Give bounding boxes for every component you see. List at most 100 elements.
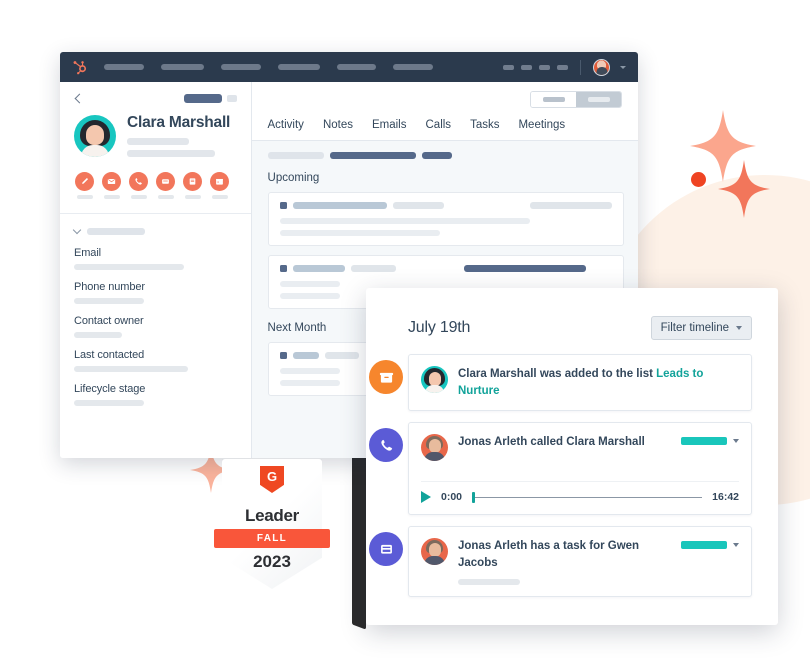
action-task[interactable] — [183, 172, 202, 199]
contact-meta-placeholder — [127, 150, 215, 157]
timeline-status[interactable] — [681, 434, 739, 446]
card-line — [279, 380, 340, 386]
meeting-icon — [210, 172, 229, 191]
card-line — [279, 230, 440, 236]
card-type-icon — [279, 265, 287, 272]
navbar-item[interactable] — [161, 64, 204, 70]
navbar-item[interactable] — [393, 64, 433, 70]
card-right-bar — [463, 265, 586, 272]
action-meeting[interactable] — [210, 172, 229, 199]
card-meta-bar — [392, 202, 445, 209]
timeline-panel: July 19th Filter timeline Clara Marshall… — [366, 288, 778, 625]
shadow-slab-left — [352, 449, 366, 630]
fields-collapse-toggle[interactable] — [72, 225, 237, 236]
navbar-item[interactable] — [221, 64, 261, 70]
audio-progress-track[interactable] — [472, 492, 703, 502]
badge-year: 2023 — [253, 552, 291, 571]
timeline-card[interactable]: Clara Marshall was added to the list Lea… — [408, 354, 752, 412]
timeline-text: Jonas Arleth called Clara Marshall — [458, 436, 645, 449]
list-icon — [369, 360, 403, 394]
search-icon[interactable] — [503, 64, 514, 70]
action-call[interactable] — [129, 172, 148, 199]
navbar-item[interactable] — [104, 64, 144, 70]
contact-header: Clara Marshall — [60, 82, 251, 214]
card-line — [279, 281, 340, 287]
task-icon — [183, 172, 202, 191]
timeline-item: Clara Marshall was added to the list Lea… — [369, 354, 752, 412]
status-badge — [681, 437, 727, 446]
filter-chip[interactable] — [267, 152, 324, 159]
field-label: Lifecycle stage — [74, 383, 146, 395]
screenshot-root: Clara Marshall Email Phone number Contac… — [0, 0, 810, 663]
card-right-bar — [530, 202, 612, 209]
field-value[interactable] — [74, 366, 188, 372]
help-icon[interactable] — [557, 64, 568, 70]
hubspot-sprocket-icon[interactable] — [72, 59, 88, 75]
action-note[interactable] — [75, 172, 94, 199]
contact-name: Clara Marshall — [127, 114, 231, 131]
action-label — [211, 195, 228, 199]
card-type-icon — [279, 352, 287, 359]
navbar-right — [503, 58, 626, 76]
view-toggle-grid[interactable] — [576, 91, 621, 107]
tab-activity[interactable]: Activity — [268, 116, 304, 140]
field-contact-owner: Contact owner — [74, 315, 237, 338]
field-label: Phone number — [74, 281, 145, 293]
chevron-down-icon — [736, 326, 742, 330]
filter-timeline-button[interactable]: Filter timeline — [650, 316, 752, 340]
call-icon — [129, 172, 148, 191]
action-label — [103, 195, 120, 199]
field-value[interactable] — [74, 400, 144, 406]
activity-card[interactable] — [267, 192, 624, 246]
tab-calls[interactable]: Calls — [426, 116, 452, 140]
g2-leader-badge: G Leader FALL 2023 — [214, 459, 330, 589]
jonas-avatar — [421, 538, 448, 566]
timeline-card[interactable]: Jonas Arleth called Clara Marshall 0:00 … — [408, 422, 752, 516]
jonas-avatar — [421, 434, 448, 462]
clara-avatar — [421, 366, 448, 393]
top-navbar — [60, 52, 638, 82]
action-label — [157, 195, 174, 199]
view-toggle-group — [530, 90, 622, 108]
marketplace-icon[interactable] — [521, 64, 532, 70]
card-line — [279, 293, 340, 299]
fields-group-label — [87, 228, 145, 235]
status-badge — [681, 541, 727, 550]
back-chevron-icon[interactable] — [74, 93, 85, 104]
chevron-down-icon — [72, 225, 82, 235]
card-title-bar — [292, 202, 387, 209]
navbar-item[interactable] — [337, 64, 376, 70]
field-value[interactable] — [74, 264, 184, 270]
tab-notes[interactable]: Notes — [323, 116, 353, 140]
field-last-contacted: Last contacted — [74, 349, 237, 372]
card-head — [279, 265, 612, 272]
tab-meetings[interactable]: Meetings — [518, 116, 565, 140]
header-action-button[interactable] — [183, 94, 222, 103]
badge-title: Leader — [245, 506, 299, 525]
timeline-status[interactable] — [681, 538, 739, 550]
field-value[interactable] — [74, 332, 122, 338]
card-title-bar — [292, 265, 345, 272]
navbar-items — [104, 64, 503, 70]
field-phone-number: Phone number — [74, 281, 237, 304]
tab-tasks[interactable]: Tasks — [470, 116, 499, 140]
filter-chip[interactable] — [329, 152, 416, 159]
navbar-item[interactable] — [278, 64, 320, 70]
field-value[interactable] — [74, 298, 144, 304]
more-actions-icon[interactable] — [226, 95, 237, 102]
timeline-list: Clara Marshall was added to the list Lea… — [366, 340, 778, 597]
action-log[interactable] — [156, 172, 175, 199]
card-line — [279, 368, 340, 374]
timeline-card[interactable]: Jonas Arleth has a task for Gwen Jacobs — [408, 526, 752, 597]
tab-emails[interactable]: Emails — [372, 116, 407, 140]
action-email[interactable] — [102, 172, 121, 199]
card-head — [279, 202, 612, 209]
field-label: Contact owner — [74, 315, 144, 327]
play-icon[interactable] — [421, 491, 431, 504]
chevron-down-icon[interactable] — [620, 65, 626, 69]
view-toggle-list[interactable] — [531, 91, 576, 107]
timeline-header: July 19th Filter timeline — [366, 288, 778, 340]
user-avatar[interactable] — [593, 58, 610, 76]
filter-chip[interactable] — [421, 152, 452, 159]
settings-icon[interactable] — [539, 64, 550, 70]
